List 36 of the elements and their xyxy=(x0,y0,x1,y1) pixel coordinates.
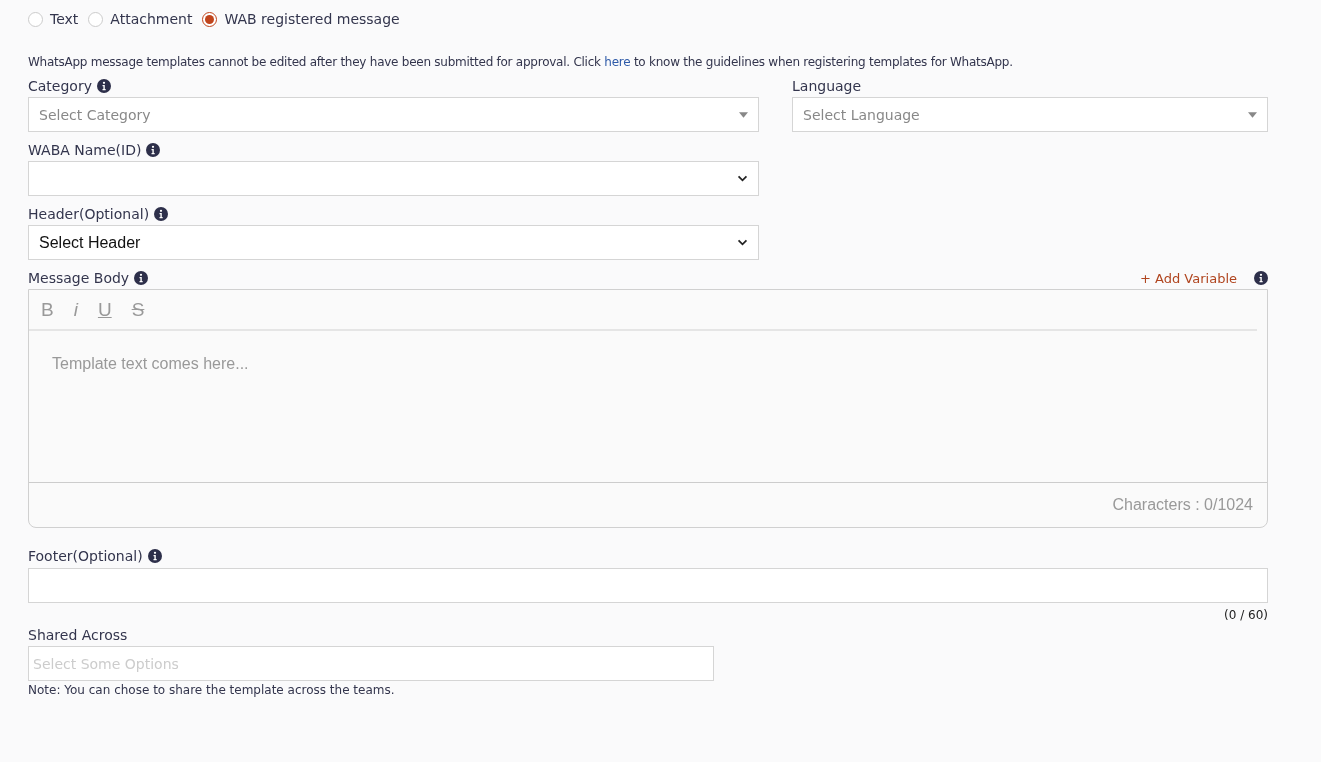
chevron-down-icon xyxy=(737,239,748,246)
info-icon[interactable] xyxy=(146,143,161,157)
notice-text: WhatsApp message templates cannot be edited after they have been submitted for approval. Click here to know the guidelines when registering templates for WhatsApp. xyxy=(28,54,1014,71)
info-icon[interactable] xyxy=(154,207,169,221)
italic-button[interactable]: i xyxy=(65,298,86,321)
language-select[interactable]: Select Language xyxy=(792,97,1268,132)
info-icon[interactable] xyxy=(1254,271,1268,285)
info-icon[interactable] xyxy=(147,549,162,563)
footer-input[interactable] xyxy=(28,568,1268,603)
header-select[interactable]: Select Header xyxy=(28,225,759,260)
underline-button[interactable]: U xyxy=(89,298,120,321)
category-select[interactable]: Select Category xyxy=(28,97,759,132)
message-body-field[interactable]: Template text comes here... xyxy=(29,331,1267,483)
chevron-down-icon xyxy=(737,175,748,182)
field-label: Language xyxy=(792,78,862,94)
dropdown-arrow-icon xyxy=(739,111,748,118)
note-text: Note: You can chose to share the template across the teams. xyxy=(28,683,396,697)
add-variable-link[interactable]: + Add Variable xyxy=(1140,270,1237,286)
dropdown-arrow-icon xyxy=(1248,111,1257,118)
field-label: Footer(Optional) xyxy=(28,548,143,564)
strikethrough-button[interactable]: S xyxy=(123,298,153,321)
info-icon[interactable] xyxy=(134,271,149,285)
radio-option[interactable]: Text xyxy=(28,11,79,27)
footer-counter: (0 / 60) xyxy=(1224,608,1268,622)
field-label: WABA Name(ID) xyxy=(28,142,142,158)
radio-option[interactable]: Attachment xyxy=(88,11,193,27)
field-label: Category xyxy=(28,78,92,94)
bold-button[interactable]: B xyxy=(33,298,62,321)
field-label: Shared Across xyxy=(28,627,128,643)
character-counter: Characters : 0/1024 xyxy=(1112,496,1253,514)
field-label: Header(Optional) xyxy=(28,206,150,222)
info-icon[interactable] xyxy=(96,79,111,93)
radio-option[interactable]: WAB registered message xyxy=(202,11,400,27)
field-label: Message Body xyxy=(28,270,130,286)
guidelines-link[interactable]: here xyxy=(604,55,631,69)
radio-button[interactable] xyxy=(202,11,218,27)
